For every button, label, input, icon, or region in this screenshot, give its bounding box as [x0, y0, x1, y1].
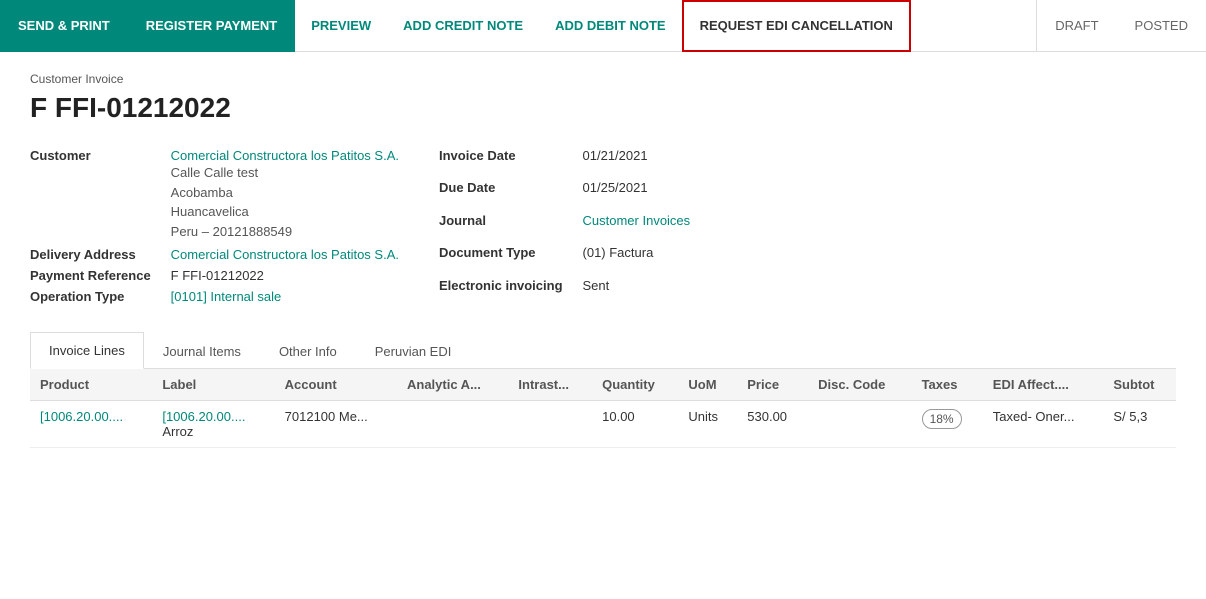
customer-label: Customer	[30, 148, 151, 163]
info-grid: Customer Comercial Constructora los Pati…	[30, 148, 1176, 304]
info-left: Customer Comercial Constructora los Pati…	[30, 148, 399, 304]
customer-address-line2: Acobamba	[171, 183, 399, 203]
customer-address-line1: Calle Calle test	[171, 163, 399, 183]
cell-label: [1006.20.00.... Arroz	[152, 401, 274, 448]
due-date-value: 01/25/2021	[583, 180, 691, 195]
status-posted-button[interactable]: POSTED	[1117, 0, 1206, 52]
col-account: Account	[275, 369, 397, 401]
table-row: [1006.20.00.... [1006.20.00.... Arroz 70…	[30, 401, 1176, 448]
label-line2: Arroz	[162, 424, 264, 439]
cell-analytic	[397, 401, 508, 448]
cell-taxes: 18%	[912, 401, 983, 448]
document-title: F FFI-01212022	[30, 92, 1176, 124]
e-invoicing-label: Electronic invoicing	[439, 278, 563, 293]
cell-intrast	[508, 401, 592, 448]
customer-address-line4: Peru – 20121888549	[171, 222, 399, 242]
tab-journal-items[interactable]: Journal Items	[144, 332, 260, 369]
info-right: Invoice Date 01/21/2021 Due Date 01/25/2…	[439, 148, 690, 304]
table-header-row: Product Label Account Analytic A... Intr…	[30, 369, 1176, 401]
send-print-button[interactable]: SEND & PRINT	[0, 0, 128, 52]
journal-label: Journal	[439, 213, 563, 228]
document-type-label: Customer Invoice	[30, 72, 1176, 86]
cell-price: 530.00	[737, 401, 808, 448]
due-date-label: Due Date	[439, 180, 563, 195]
cell-uom: Units	[678, 401, 737, 448]
request-edi-cancellation-button[interactable]: REQUEST EDI CANCELLATION	[682, 0, 911, 52]
document-type-field-value: (01) Factura	[583, 245, 691, 260]
cell-edi-affect: Taxed- Oner...	[983, 401, 1104, 448]
col-taxes: Taxes	[912, 369, 983, 401]
operation-type-label: Operation Type	[30, 289, 151, 304]
e-invoicing-value: Sent	[583, 278, 691, 293]
invoice-date-label: Invoice Date	[439, 148, 563, 163]
customer-name[interactable]: Comercial Constructora los Patitos S.A.	[171, 148, 399, 163]
preview-button[interactable]: PREVIEW	[295, 0, 387, 52]
invoice-lines-table: Product Label Account Analytic A... Intr…	[30, 369, 1176, 448]
journal-value[interactable]: Customer Invoices	[583, 213, 691, 228]
col-price: Price	[737, 369, 808, 401]
toolbar: SEND & PRINT REGISTER PAYMENT PREVIEW AD…	[0, 0, 1206, 52]
col-subtotal: Subtot	[1103, 369, 1176, 401]
col-quantity: Quantity	[592, 369, 678, 401]
tax-badge: 18%	[922, 409, 962, 429]
label-line1[interactable]: [1006.20.00....	[162, 409, 264, 424]
col-analytic: Analytic A...	[397, 369, 508, 401]
customer-value: Comercial Constructora los Patitos S.A. …	[171, 148, 399, 241]
cell-product[interactable]: [1006.20.00....	[30, 401, 152, 448]
tab-other-info[interactable]: Other Info	[260, 332, 356, 369]
customer-address-line3: Huancavelica	[171, 202, 399, 222]
document-type-field-label: Document Type	[439, 245, 563, 260]
status-group: DRAFT POSTED	[1036, 0, 1206, 52]
add-debit-note-button[interactable]: ADD DEBIT NOTE	[539, 0, 682, 52]
table-container: Product Label Account Analytic A... Intr…	[30, 369, 1176, 448]
payment-reference-label: Payment Reference	[30, 268, 151, 283]
status-draft-button[interactable]: DRAFT	[1037, 0, 1116, 52]
delivery-address-label: Delivery Address	[30, 247, 151, 262]
payment-reference-value: F FFI-01212022	[171, 268, 399, 283]
tab-invoice-lines[interactable]: Invoice Lines	[30, 332, 144, 369]
main-content: Customer Invoice F FFI-01212022 Customer…	[0, 52, 1206, 468]
col-edi-affect: EDI Affect....	[983, 369, 1104, 401]
col-intrast: Intrast...	[508, 369, 592, 401]
col-uom: UoM	[678, 369, 737, 401]
col-product: Product	[30, 369, 152, 401]
tabs: Invoice Lines Journal Items Other Info P…	[30, 332, 1176, 369]
invoice-date-value: 01/21/2021	[583, 148, 691, 163]
register-payment-button[interactable]: REGISTER PAYMENT	[128, 0, 295, 52]
col-disc-code: Disc. Code	[808, 369, 911, 401]
cell-subtotal: S/ 5,3	[1103, 401, 1176, 448]
col-label: Label	[152, 369, 274, 401]
delivery-address-value[interactable]: Comercial Constructora los Patitos S.A.	[171, 247, 399, 262]
tab-peruvian-edi[interactable]: Peruvian EDI	[356, 332, 471, 369]
add-credit-note-button[interactable]: ADD CREDIT NOTE	[387, 0, 539, 52]
cell-account: 7012100 Me...	[275, 401, 397, 448]
cell-quantity: 10.00	[592, 401, 678, 448]
cell-disc-code	[808, 401, 911, 448]
operation-type-value[interactable]: [0101] Internal sale	[171, 289, 399, 304]
